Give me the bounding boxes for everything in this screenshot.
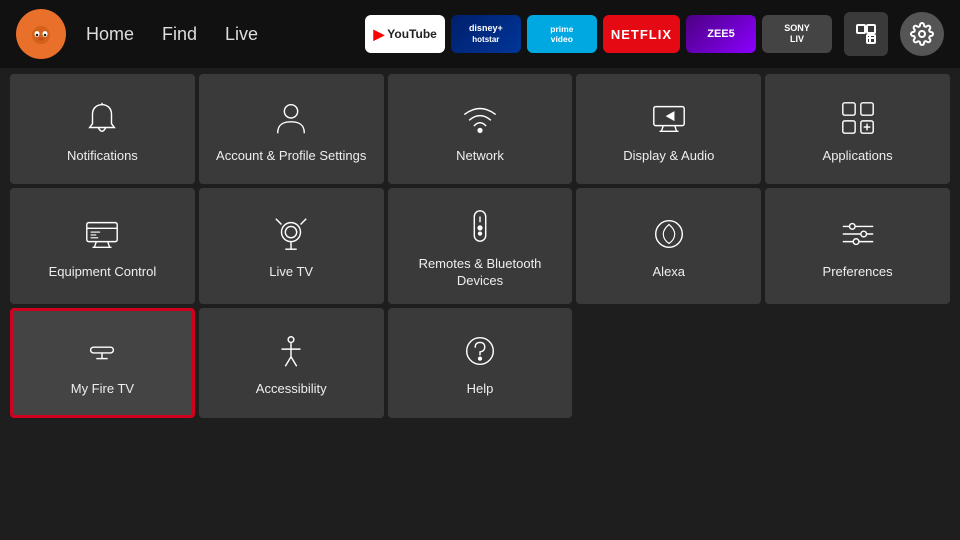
nav-live[interactable]: Live [225, 24, 258, 45]
tile-help[interactable]: Help [388, 308, 573, 418]
prime-badge[interactable]: primevideo [527, 15, 597, 53]
tile-account-label: Account & Profile Settings [216, 148, 366, 165]
tile-livetv-label: Live TV [269, 264, 313, 281]
remote-icon [458, 204, 502, 248]
tile-applications[interactable]: Applications [765, 74, 950, 184]
apps-icon [836, 96, 880, 140]
tile-myfiretv-label: My Fire TV [71, 381, 134, 398]
antenna-icon [269, 212, 313, 256]
grid-icon [855, 23, 877, 45]
tile-livetv[interactable]: Live TV [199, 188, 384, 304]
tile-applications-label: Applications [823, 148, 893, 165]
settings-row-2: Equipment Control Live TV [10, 188, 950, 304]
tile-accessibility-label: Accessibility [256, 381, 327, 398]
tile-equipment[interactable]: Equipment Control [10, 188, 195, 304]
accessibility-icon [269, 329, 313, 373]
netflix-badge[interactable]: NETFLIX [603, 15, 680, 53]
settings-row-3: My Fire TV Accessibility [10, 308, 950, 418]
grid-icon-btn[interactable] [844, 12, 888, 56]
tile-equipment-label: Equipment Control [49, 264, 157, 281]
settings-row-1: Notifications Account & Profile Settings… [10, 74, 950, 184]
tile-alexa[interactable]: Alexa [576, 188, 761, 304]
tile-notifications-label: Notifications [67, 148, 138, 165]
gear-icon [910, 22, 934, 46]
topbar-apps: ▶ YouTube disney+hotstar primevideo NETF… [365, 12, 944, 56]
nav-find[interactable]: Find [162, 24, 197, 45]
youtube-badge[interactable]: ▶ YouTube [365, 15, 444, 53]
tile-network-label: Network [456, 148, 504, 165]
empty-cell-2 [765, 308, 950, 418]
sony-badge[interactable]: SONYLIV [762, 15, 832, 53]
tile-remotes-label: Remotes & Bluetooth Devices [396, 256, 565, 290]
tile-accessibility[interactable]: Accessibility [199, 308, 384, 418]
tile-alexa-label: Alexa [653, 264, 686, 281]
disney-badge[interactable]: disney+hotstar [451, 15, 521, 53]
tile-display-label: Display & Audio [623, 148, 714, 165]
logo-icon [23, 16, 59, 52]
logo[interactable] [16, 9, 66, 59]
empty-cell-1 [576, 308, 761, 418]
nav-home[interactable]: Home [86, 24, 134, 45]
tile-help-label: Help [467, 381, 494, 398]
settings-icon-btn[interactable] [900, 12, 944, 56]
wifi-icon [458, 96, 502, 140]
tv-icon [80, 212, 124, 256]
zee5-badge[interactable]: ZEE5 [686, 15, 756, 53]
tile-network[interactable]: Network [388, 74, 573, 184]
tile-notifications[interactable]: Notifications [10, 74, 195, 184]
tile-account[interactable]: Account & Profile Settings [199, 74, 384, 184]
tile-myfiretv[interactable]: My Fire TV [10, 308, 195, 418]
sliders-icon [836, 212, 880, 256]
help-icon [458, 329, 502, 373]
tile-preferences-label: Preferences [823, 264, 893, 281]
tile-display[interactable]: Display & Audio [576, 74, 761, 184]
tile-remotes[interactable]: Remotes & Bluetooth Devices [388, 188, 573, 304]
topbar-nav: Home Find Live [86, 24, 258, 45]
tile-preferences[interactable]: Preferences [765, 188, 950, 304]
topbar: Home Find Live ▶ YouTube disney+hotstar … [0, 0, 960, 68]
firetv-icon [80, 329, 124, 373]
alexa-icon [647, 212, 691, 256]
person-icon [269, 96, 313, 140]
display-icon [647, 96, 691, 140]
bell-icon [80, 96, 124, 140]
